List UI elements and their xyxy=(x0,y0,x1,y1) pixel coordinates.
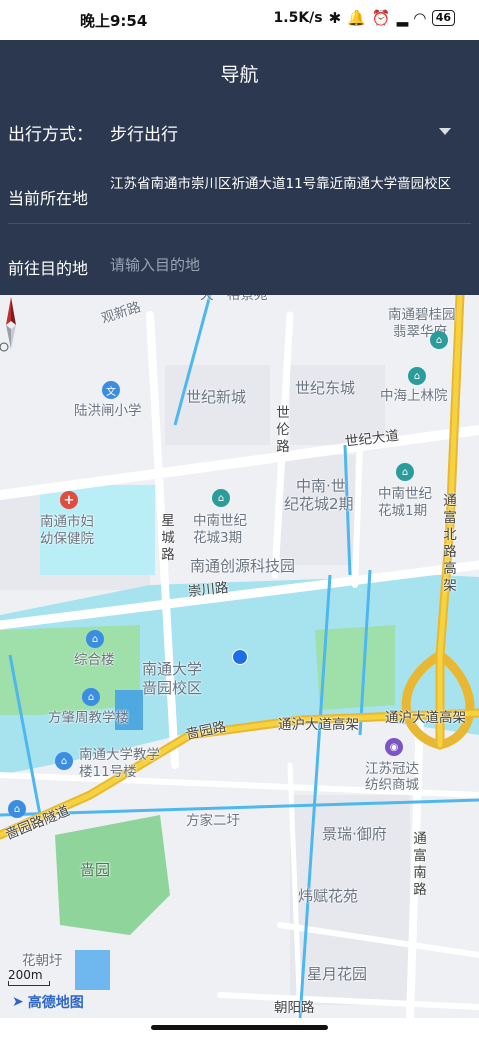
page-title: 导航 xyxy=(220,64,259,86)
map-label: 通富南路 xyxy=(413,831,427,898)
map-label: 花城1期 xyxy=(378,503,428,519)
status-icons: 1.5K/s ✱ 🔔 ⏰ ▂ ◠ 46 xyxy=(274,10,455,26)
map-label: 天一裕景苑 xyxy=(200,295,268,303)
travel-mode-select[interactable]: 步行出行 xyxy=(110,120,178,145)
map-label: 世伦路 xyxy=(276,405,290,455)
map-label: 纪花城2期 xyxy=(284,495,354,513)
signal-icon: ▂ xyxy=(396,9,409,27)
building-icon[interactable]: ⌂ xyxy=(8,800,26,818)
map-label: 楼11号楼 xyxy=(79,764,137,780)
map-label: 花城3期 xyxy=(193,530,243,546)
bluetooth-icon: ✱ xyxy=(328,9,342,27)
brand-label: 高德地图 xyxy=(27,995,84,1011)
current-location-row: 当前所在地 江苏省南通市崇川区祈通大道11号靠近南通大学啬园校区 xyxy=(8,173,471,223)
wifi-icon: ◠ xyxy=(414,9,426,27)
map-label: 综合楼 xyxy=(74,652,115,668)
map-label: 南通创源科技园 xyxy=(190,557,296,575)
destination-label: 前往目的地 xyxy=(8,259,89,278)
map-label: 方家二圩 xyxy=(186,813,240,829)
navigation-header: 导航 出行方式： 步行出行 当前所在地 江苏省南通市崇川区祈通大道11号靠近南通… xyxy=(0,40,479,295)
scale-label: 200m xyxy=(8,968,43,982)
map-label: 朝阳路 xyxy=(274,1000,315,1016)
alarm-icon: ⏰ xyxy=(371,9,391,27)
hospital-icon[interactable]: + xyxy=(60,491,78,509)
map-label: 通富北路高架 xyxy=(443,493,457,594)
map-view[interactable]: 观新路 天一裕景苑 南通碧桂园 翡翠华府 ⌂ 文 陆洪闸小学 世纪新城 世纪东城… xyxy=(0,295,479,1018)
map-label: 南通大学 xyxy=(142,660,203,678)
building-icon[interactable]: ⌂ xyxy=(86,630,104,648)
destination-row: 前往目的地 xyxy=(8,253,471,279)
map-label: 炜赋花苑 xyxy=(298,887,359,905)
map-label: 江苏冠达 xyxy=(365,761,419,777)
travel-mode-row[interactable]: 出行方式： 步行出行 xyxy=(8,120,471,148)
map-label: 陆洪闸小学 xyxy=(74,403,142,419)
travel-mode-label: 出行方式： xyxy=(8,125,93,145)
current-location-value: 江苏省南通市崇川区祈通大道11号靠近南通大学啬园校区 xyxy=(110,176,452,192)
map-label: 星月花园 xyxy=(307,965,368,983)
map-label: 啬园校区 xyxy=(142,679,203,697)
building-icon[interactable]: ⌂ xyxy=(82,688,100,706)
map-label: 景瑞·御府 xyxy=(322,825,387,843)
map-label: 南通碧桂园 xyxy=(388,307,456,323)
map-label: 中海上林院 xyxy=(380,388,448,404)
divider xyxy=(8,223,471,224)
building-icon[interactable]: ⌂ xyxy=(212,489,230,507)
battery-icon: 46 xyxy=(431,10,455,26)
destination-input[interactable] xyxy=(110,253,450,277)
map-label: 啬园 xyxy=(80,861,111,879)
building-icon[interactable]: ⌂ xyxy=(55,752,73,770)
building-icon[interactable]: ⌂ xyxy=(396,463,414,481)
home-bar xyxy=(0,1018,479,1038)
compass-icon[interactable] xyxy=(0,295,22,355)
building-icon[interactable]: ⌂ xyxy=(430,331,448,349)
map-label: 方肇周教学楼 xyxy=(48,710,129,726)
map-label: 南通大学教学 xyxy=(79,747,160,763)
map-label: 世纪东城 xyxy=(295,379,356,397)
map-label: 世纪新城 xyxy=(186,388,247,406)
map-label: 南通市妇 xyxy=(40,514,94,530)
school-icon[interactable]: 文 xyxy=(102,381,120,399)
status-bar: 晚上9:54 1.5K/s ✱ 🔔 ⏰ ▂ ◠ 46 xyxy=(0,0,479,40)
map-label: 通沪大道高架 xyxy=(278,717,359,733)
map-label: 中南世纪 xyxy=(378,486,432,502)
navigate-arrow-icon: ➤ xyxy=(12,994,24,1010)
map-label: 中南·世 xyxy=(296,477,346,495)
current-location-marker xyxy=(232,649,248,665)
home-indicator[interactable] xyxy=(151,1025,328,1030)
mall-icon[interactable]: ◉ xyxy=(385,738,403,756)
building-icon[interactable]: ⌂ xyxy=(408,367,426,385)
map-brand: ➤ 高德地图 xyxy=(12,992,84,1012)
network-speed: 1.5K/s xyxy=(273,10,323,26)
map-label: 中南世纪 xyxy=(193,513,247,529)
map-label: 通沪大道高架 xyxy=(385,710,466,726)
map-label: 纺织商城 xyxy=(365,777,419,793)
map-label: 幼保健院 xyxy=(40,531,94,547)
current-location-label: 当前所在地 xyxy=(8,189,89,208)
dropdown-caret-icon[interactable] xyxy=(439,128,451,135)
mute-icon: 🔔 xyxy=(347,9,366,27)
status-time: 晚上9:54 xyxy=(80,12,148,30)
scale-bar xyxy=(8,981,50,986)
map-label: 星城路 xyxy=(161,513,175,563)
